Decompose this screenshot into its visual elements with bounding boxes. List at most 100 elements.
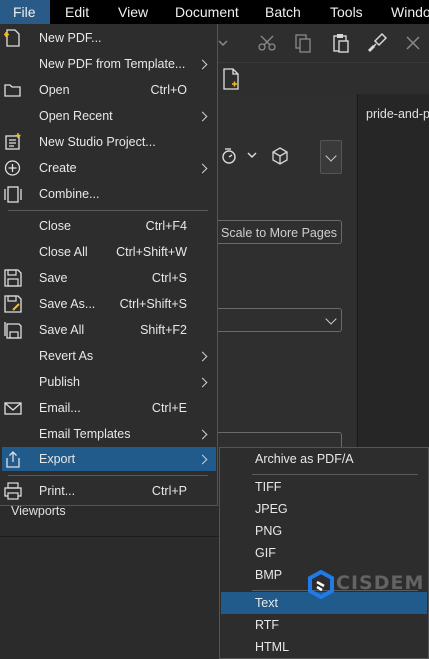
menu-item-save-all[interactable]: Save All Shift+F2 (2, 318, 216, 342)
menu-separator (252, 474, 418, 475)
submenu-item-label: Archive as PDF/A (255, 452, 354, 466)
submenu-item-tiff[interactable]: TIFF (221, 476, 427, 498)
chevron-down-icon[interactable] (247, 150, 259, 164)
viewports-label[interactable]: Viewports (11, 504, 66, 518)
submenu-arrow-icon (197, 111, 208, 122)
submenu-item-png[interactable]: PNG (221, 520, 427, 542)
menu-item-print[interactable]: Print... Ctrl+P (2, 479, 216, 503)
submenu-item-label: RTF (255, 618, 280, 632)
menu-window[interactable]: Windo (391, 0, 429, 24)
submenu-item-label: GIF (255, 546, 276, 560)
combine-icon (4, 185, 22, 203)
menu-item-close[interactable]: Close Ctrl+F4 (2, 214, 216, 238)
submenu-item-jpeg[interactable]: JPEG (221, 498, 427, 520)
menu-item-label: Open (39, 83, 70, 97)
dropdown-button[interactable] (320, 140, 342, 174)
menu-item-label: Open Recent (39, 109, 113, 123)
cisdem-logo-icon (308, 570, 334, 600)
menu-item-shortcut: Ctrl+S (151, 271, 187, 285)
menu-item-shortcut: Ctrl+F4 (145, 219, 187, 233)
plus-circle-icon (4, 159, 22, 177)
menu-item-export[interactable]: Export (2, 447, 216, 471)
chevron-down-icon[interactable] (218, 32, 240, 54)
submenu-arrow-icon (197, 351, 208, 362)
document-pane (357, 94, 429, 454)
new-pdf-icon (4, 29, 22, 47)
menu-edit[interactable]: Edit (65, 0, 89, 24)
menu-item-publish[interactable]: Publish (2, 370, 216, 394)
submenu-item-label: PNG (255, 524, 283, 538)
submenu-arrow-icon (197, 454, 208, 465)
file-menu: New PDF... New PDF from Template... Open… (0, 24, 218, 506)
menu-item-label: Export (39, 452, 76, 466)
menu-item-shortcut: Ctrl+P (151, 484, 187, 498)
menu-item-label: Save (39, 271, 68, 285)
menu-item-label: Publish (39, 375, 80, 389)
menu-item-shortcut: Ctrl+Shift+W (116, 245, 187, 259)
menu-item-email-templates[interactable]: Email Templates (2, 422, 216, 446)
chevron-down-icon (325, 313, 337, 325)
menu-item-new-pdf-from-template[interactable]: New PDF from Template... (2, 52, 216, 76)
menu-item-combine[interactable]: Combine... (2, 182, 216, 206)
menu-view[interactable]: View (118, 0, 148, 24)
export-icon (4, 450, 22, 468)
submenu-arrow-icon (197, 59, 208, 70)
menu-item-new-pdf[interactable]: New PDF... (2, 26, 216, 50)
menu-item-label: New PDF from Template... (39, 57, 186, 71)
rotate-icon[interactable] (220, 146, 240, 169)
watermark-text: CISDEM (336, 572, 425, 594)
print-icon (4, 482, 22, 500)
menu-item-label: Revert As (39, 349, 94, 363)
menu-file[interactable]: File (0, 0, 50, 24)
menu-item-shortcut: Ctrl+O (150, 83, 187, 97)
menu-item-save[interactable]: Save Ctrl+S (2, 266, 216, 290)
export-submenu: Archive as PDF/A TIFF JPEG PNG GIF BMP T… (219, 447, 429, 659)
chevron-down-icon (325, 150, 337, 162)
submenu-item-label: HTML (255, 640, 290, 654)
menu-item-revert-as[interactable]: Revert As (2, 344, 216, 368)
scale-to-more-pages-button[interactable]: Scale to More Pages (218, 220, 342, 244)
paste-icon[interactable] (330, 32, 352, 54)
submenu-item-archive-pdfa[interactable]: Archive as PDF/A (221, 448, 427, 470)
save-icon (4, 269, 22, 287)
menu-item-new-studio-project[interactable]: New Studio Project... (2, 130, 216, 154)
menu-item-label: Email... (39, 401, 81, 415)
submenu-item-rtf[interactable]: RTF (221, 614, 427, 636)
menu-item-label: New Studio Project... (39, 135, 156, 149)
document-tab[interactable]: pride-and-pr (366, 107, 429, 121)
submenu-item-label: TIFF (255, 480, 282, 494)
submenu-item-label: Text (255, 596, 278, 610)
3d-box-icon[interactable] (270, 146, 290, 169)
cut-icon[interactable] (256, 32, 278, 54)
menu-item-email[interactable]: Email... Ctrl+E (2, 396, 216, 420)
submenu-arrow-icon (197, 163, 208, 174)
menu-separator (8, 475, 208, 476)
menu-item-save-as[interactable]: Save As... Ctrl+Shift+S (2, 292, 216, 316)
menu-item-open[interactable]: Open Ctrl+O (2, 78, 216, 102)
submenu-item-html[interactable]: HTML (221, 636, 427, 658)
submenu-item-gif[interactable]: GIF (221, 542, 427, 564)
menu-item-label: Email Templates (39, 427, 131, 441)
menu-item-open-recent[interactable]: Open Recent (2, 104, 216, 128)
cisdem-watermark: CISDEM (306, 570, 429, 600)
menu-tools[interactable]: Tools (330, 0, 363, 24)
format-brush-icon[interactable] (366, 32, 388, 54)
new-document-icon[interactable] (222, 68, 240, 93)
copy-icon[interactable] (292, 32, 314, 54)
document-tab-row (218, 62, 429, 95)
select-field[interactable] (218, 308, 342, 332)
submenu-item-label: BMP (255, 568, 283, 582)
menu-item-label: Save All (39, 323, 85, 337)
submenu-item-label: JPEG (255, 502, 288, 516)
menu-item-label: Create (39, 161, 77, 175)
menu-batch[interactable]: Batch (265, 0, 301, 24)
menu-item-shortcut: Shift+F2 (140, 323, 187, 337)
menu-item-label: Print... (39, 484, 76, 498)
menu-document[interactable]: Document (175, 0, 239, 24)
menu-item-create[interactable]: Create (2, 156, 216, 180)
menu-item-shortcut: Ctrl+Shift+S (119, 297, 187, 311)
submenu-arrow-icon (197, 377, 208, 388)
menu-item-close-all[interactable]: Close All Ctrl+Shift+W (2, 240, 216, 264)
close-icon[interactable] (402, 32, 424, 54)
email-icon (4, 399, 22, 417)
